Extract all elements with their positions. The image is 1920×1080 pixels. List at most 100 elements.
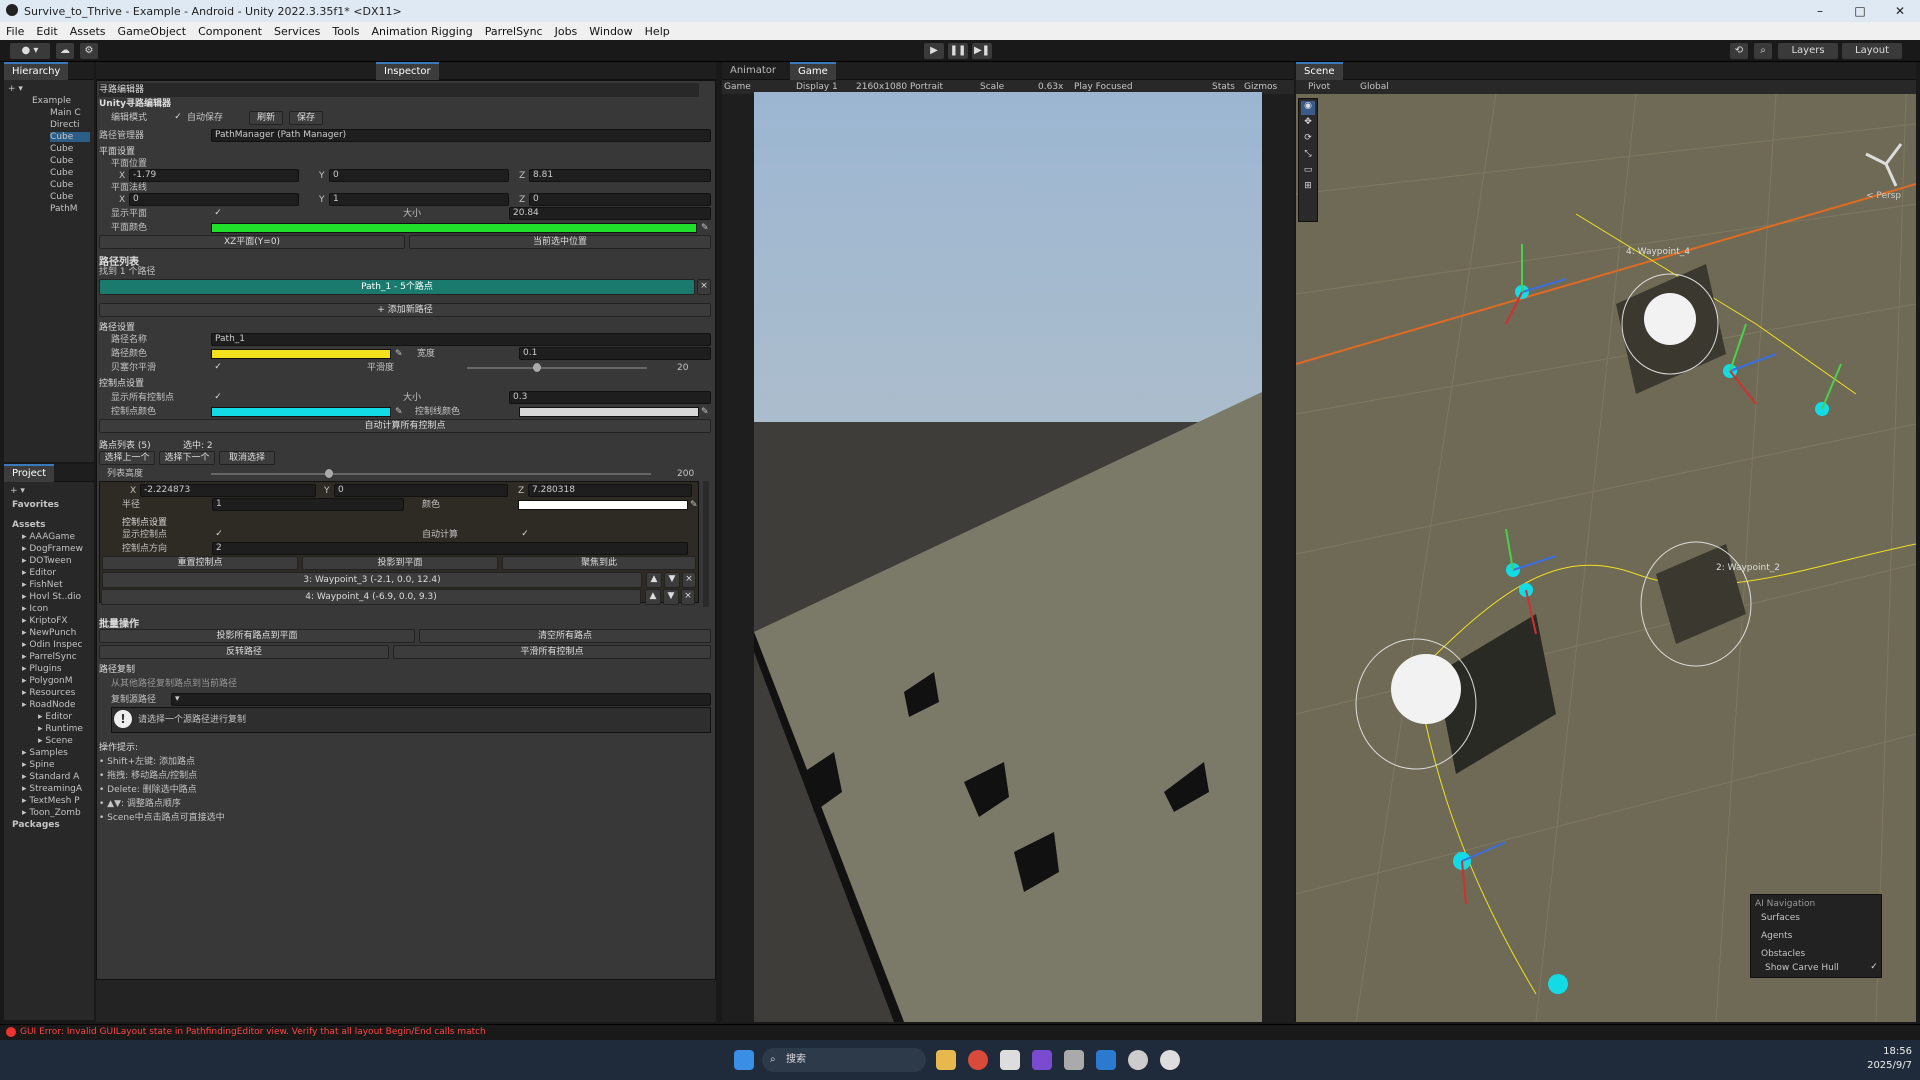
settings-icon[interactable]: ⚙ [80,43,98,59]
move-down-button[interactable]: ▼ [664,572,680,588]
remove-waypoint-button[interactable]: × [681,589,695,605]
list-scrollbar[interactable] [703,481,709,607]
global-dropdown[interactable]: Global [1360,80,1389,94]
size-field[interactable]: 20.84 [509,207,711,220]
auto-save-checkbox[interactable]: ✓ [173,113,183,123]
assets-folder[interactable]: Assets [12,520,45,530]
media-player-icon[interactable] [1160,1050,1180,1070]
project-folder-item[interactable]: ▸ Standard A [22,772,79,782]
history-icon[interactable]: ⟲ [1730,43,1748,59]
project-folder-item[interactable]: ▸ Resources [22,688,75,698]
control-section-header[interactable]: 控制点设置 [99,377,144,391]
eyedropper-icon[interactable]: ✎ [690,498,698,512]
ctrl-size-field[interactable]: 0.3 [509,391,711,404]
game-viewport[interactable] [754,92,1262,1022]
menu-assets[interactable]: Assets [64,25,112,38]
show-ctrl-checkbox[interactable]: ✓ [213,393,223,403]
reverse-path-button[interactable]: 反转路径 [99,645,389,659]
plane-pos-x[interactable]: -1.79 [129,169,299,182]
nav-agents[interactable]: Agents [1761,929,1792,943]
cancel-selection-button[interactable]: 取消选择 [219,451,275,465]
remove-path-button[interactable]: × [697,279,711,295]
project-folder-item[interactable]: ▸ Samples [22,748,68,758]
hierarchy-item[interactable]: Directi [50,120,79,130]
packages-folder[interactable]: Packages [12,820,60,830]
smoothness-slider-track[interactable] [467,367,647,369]
project-folder-item[interactable]: ▸ NewPunch [22,628,76,638]
eyedropper-icon[interactable]: ✎ [395,347,403,361]
menu-edit[interactable]: Edit [30,25,63,38]
tab-animator[interactable]: Animator [722,62,784,80]
auto-calc-button[interactable]: 自动计算所有控制点 [99,419,711,433]
project-folder-item[interactable]: ▸ AAAGame [22,532,75,542]
smoothness-value[interactable]: 20 [677,361,688,375]
project-plane-button[interactable]: 投影到平面 [302,556,498,570]
plane-pos-y[interactable]: 0 [329,169,509,182]
show-ctrl2-checkbox[interactable]: ✓ [214,530,224,540]
menu-component[interactable]: Component [192,25,268,38]
bezier-checkbox[interactable]: ✓ [213,363,223,373]
project-folder-item[interactable]: ▸ Editor [38,712,72,722]
play-button[interactable]: ▶ [924,43,944,59]
hierarchy-item[interactable]: Cube [50,168,73,178]
ctrl-line-swatch[interactable] [519,407,699,417]
account-button[interactable]: ● ▾ [10,43,50,59]
project-folder-item[interactable]: ▸ Odin Inspec [22,640,83,650]
scale-tool-icon[interactable]: ⤡ [1301,149,1315,163]
project-folder-item[interactable]: ▸ Scene [38,736,73,746]
hierarchy-item[interactable]: Main C [50,108,81,118]
plane-pos-z[interactable]: 8.81 [529,169,711,182]
menu-tools[interactable]: Tools [326,25,365,38]
project-folder-item[interactable]: ▸ Runtime [38,724,83,734]
project-folder-item[interactable]: ▸ Hovl St..dio [22,592,81,602]
list-height-value[interactable]: 200 [677,467,694,481]
project-folder-item[interactable]: ▸ KriptoFX [22,616,68,626]
select-prev-button[interactable]: 选择上一个 [99,451,155,465]
move-down-button[interactable]: ▼ [663,589,679,605]
width-field[interactable]: 0.1 [519,347,711,360]
plane-normal-x[interactable]: 0 [129,193,299,206]
menu-jobs[interactable]: Jobs [549,25,584,38]
focus-button[interactable]: 聚焦到此 [502,556,696,570]
transform-tool-icon[interactable]: ⊞ [1301,181,1315,195]
list-height-slider-thumb[interactable] [325,469,333,478]
maximize-button[interactable]: □ [1840,0,1880,22]
remove-waypoint-button[interactable]: × [682,572,696,588]
show-plane-checkbox[interactable]: ✓ [213,209,223,219]
file-explorer-icon[interactable] [936,1050,956,1070]
cloud-icon[interactable]: ☁ [56,43,74,59]
clock-time[interactable]: 18:56 [1852,1046,1912,1057]
clock-date[interactable]: 2025/9/7 [1852,1060,1912,1071]
waypoint-4-item[interactable]: 4: Waypoint_4 (-6.9, 0.0, 9.3) [101,589,641,605]
eyedropper-icon[interactable]: ✎ [395,405,403,419]
save-button[interactable]: 保存 [289,111,323,125]
wp-pos-y[interactable]: 0 [334,484,508,497]
tab-game[interactable]: Game [790,62,836,80]
menu-gameobject[interactable]: GameObject [112,25,193,38]
nav-obstacles[interactable]: Obstacles [1761,947,1805,961]
unity-icon[interactable] [1064,1050,1084,1070]
persp-label[interactable]: < Persp [1866,191,1901,201]
rotate-tool-icon[interactable]: ⟳ [1301,133,1315,147]
hierarchy-item[interactable]: Example [32,96,71,106]
step-button[interactable]: ▶❚ [972,43,992,59]
menu-animation-rigging[interactable]: Animation Rigging [366,25,479,38]
select-next-button[interactable]: 选择下一个 [159,451,215,465]
move-up-button[interactable]: ▲ [645,589,661,605]
path-item-button[interactable]: Path_1 - 5个路点 [99,279,695,295]
project-folder-item[interactable]: ▸ DOTween [22,556,72,566]
menu-services[interactable]: Services [268,25,326,38]
unity-hub-icon[interactable] [1000,1050,1020,1070]
current-selection-button[interactable]: 当前选中位置 [409,235,711,249]
error-message[interactable]: GUI Error: Invalid GUILayout state in Pa… [20,1027,486,1037]
app-icon[interactable] [1096,1050,1116,1070]
pause-button[interactable]: ❚❚ [948,43,968,59]
game-mode-dropdown[interactable]: Game [724,80,751,94]
xz-plane-button[interactable]: XZ平面(Y=0) [99,235,405,249]
visual-studio-icon[interactable] [1032,1050,1052,1070]
favorites-folder[interactable]: Favorites [12,500,59,510]
hierarchy-item[interactable]: Cube [50,180,73,190]
minimize-button[interactable]: – [1800,0,1840,22]
tab-project[interactable]: Project [4,464,55,482]
path-manager-field[interactable]: PathManager (Path Manager) [211,129,711,142]
